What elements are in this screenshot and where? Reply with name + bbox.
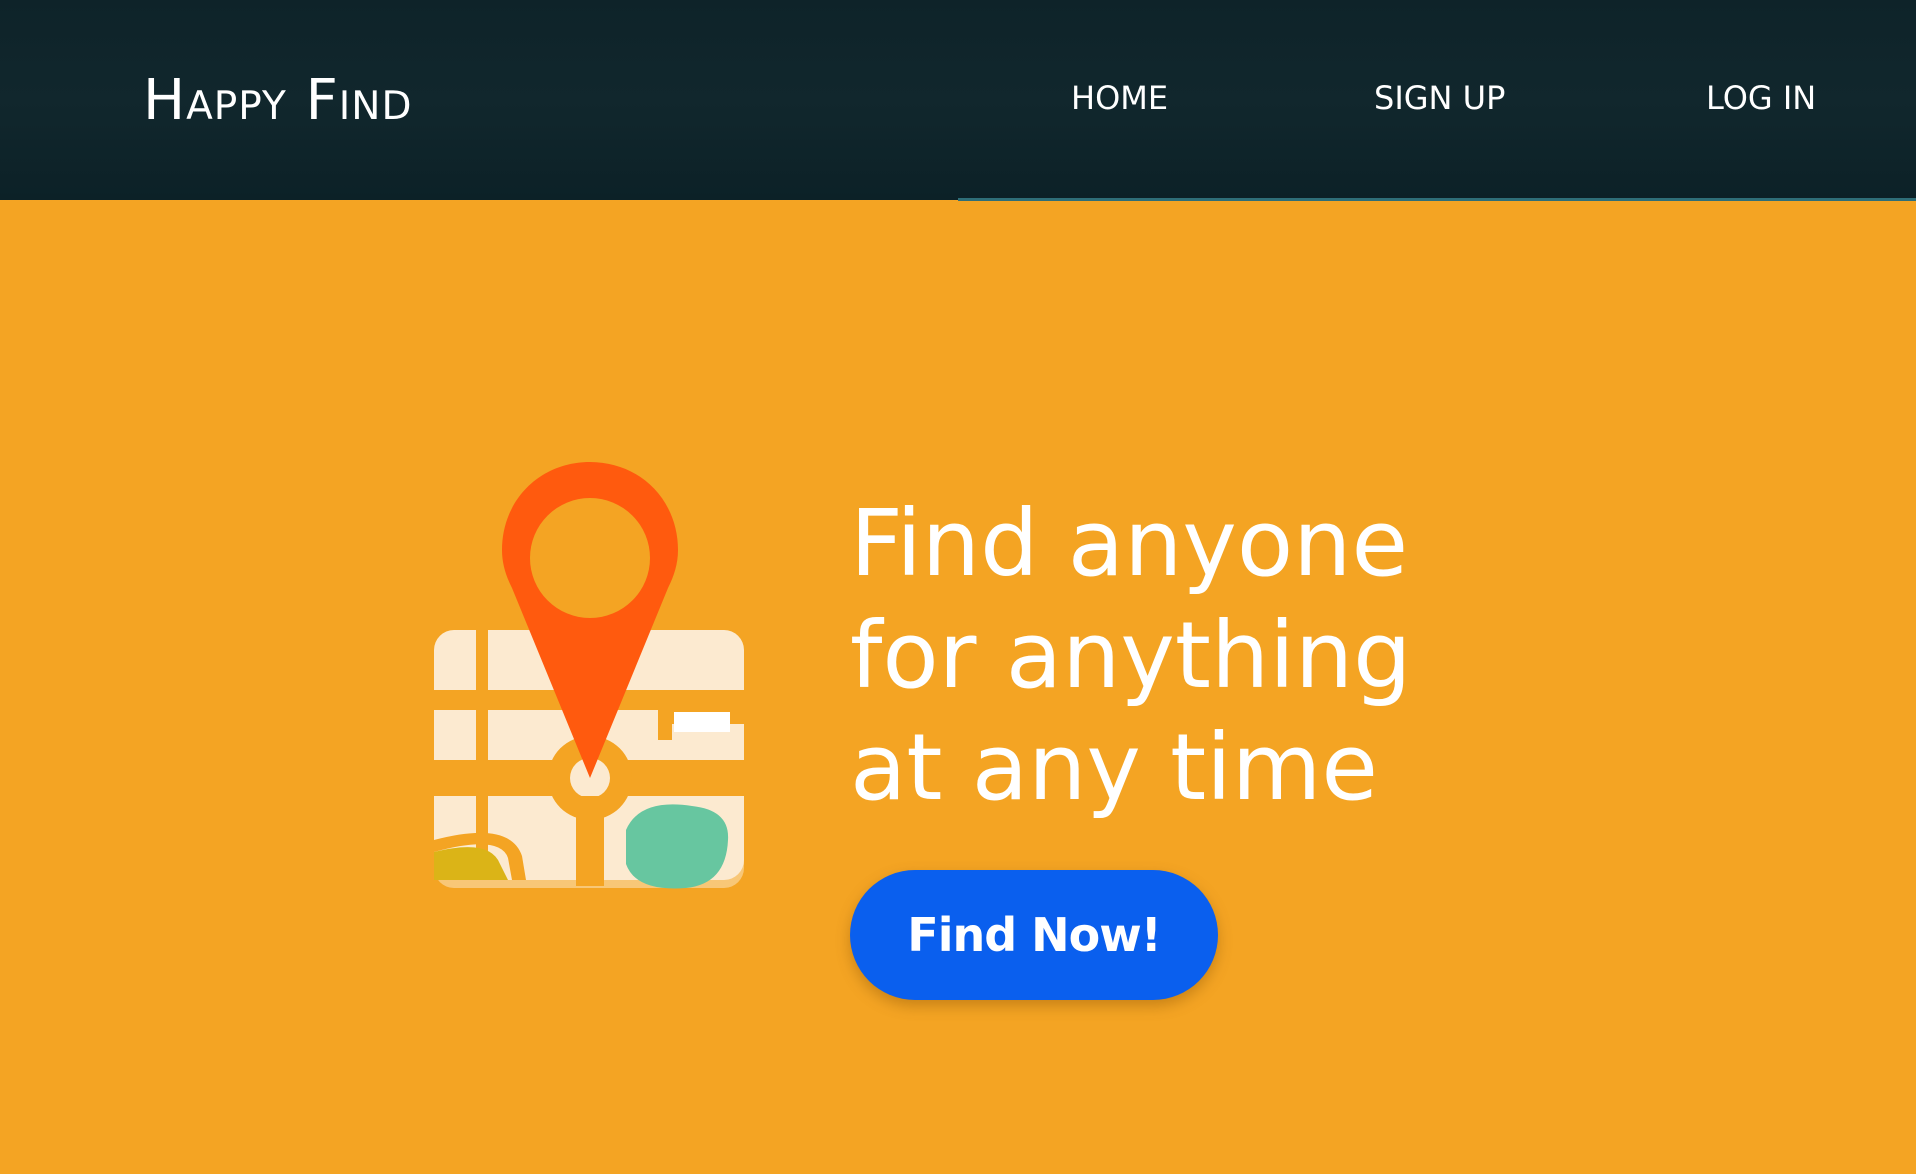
brand-logo[interactable]: Happy Find <box>143 70 413 132</box>
map-pin-icon <box>434 462 744 889</box>
headline-line-1: Find anyone <box>850 490 1409 597</box>
nav-log-in-link[interactable]: LOG IN <box>1706 78 1816 118</box>
hero-headline: Find anyone for anything at any time <box>850 488 1650 824</box>
find-now-button[interactable]: Find Now! <box>850 870 1218 1000</box>
nav-active-underline <box>958 198 1916 201</box>
headline-line-3: at any time <box>850 714 1378 821</box>
headline-line-2: for anything <box>850 602 1412 709</box>
top-navbar: Happy Find HOME SIGN UP LOG IN <box>0 0 1916 200</box>
nav-sign-up-link[interactable]: SIGN UP <box>1374 78 1505 118</box>
nav-home-link[interactable]: HOME <box>1071 78 1168 118</box>
